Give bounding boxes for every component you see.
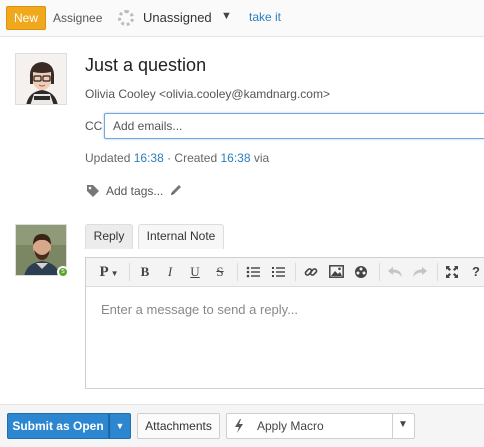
tag-icon [86, 184, 100, 201]
requester-email: Olivia Cooley <olivia.cooley@kamdnarg.co… [85, 87, 330, 101]
reply-editor[interactable]: P ▼ B I U S ? Enter a message to send a … [85, 257, 484, 389]
link-icon[interactable] [302, 262, 320, 282]
numbered-list-icon[interactable] [269, 262, 287, 282]
paragraph-format-button[interactable]: P ▼ [96, 262, 122, 282]
toolbar-divider [295, 263, 296, 281]
agent-status-indicator: s [57, 266, 69, 278]
bold-button[interactable]: B [136, 262, 154, 282]
tab-reply[interactable]: Reply [85, 224, 133, 249]
strikethrough-button[interactable]: S [211, 262, 229, 282]
ticket-header-bar: New Assignee Unassigned ▼ take it [0, 0, 484, 37]
reply-placeholder: Enter a message to send a reply... [101, 302, 299, 317]
ticket-footer: Submit as Open ▼ Attachments Apply Macro… [0, 404, 484, 447]
toolbar-divider [379, 263, 380, 281]
updated-label: Updated [85, 151, 131, 165]
cc-email-input[interactable] [104, 113, 484, 139]
pencil-icon[interactable] [169, 183, 183, 200]
ticket-subject: Just a question [85, 55, 207, 75]
redo-icon[interactable] [410, 262, 430, 282]
video-icon[interactable] [352, 262, 370, 282]
take-it-link[interactable]: take it [249, 10, 281, 24]
attachments-button[interactable]: Attachments [137, 413, 220, 439]
toolbar-divider [437, 263, 438, 281]
lightning-bolt-icon [234, 419, 244, 436]
cc-label: CC [85, 119, 103, 133]
macro-divider [392, 414, 393, 438]
editor-toolbar: P ▼ B I U S ? [86, 258, 484, 287]
add-tags-field[interactable]: Add tags... [106, 184, 163, 198]
assignee-label: Assignee [53, 11, 103, 25]
ticket-timestamps: Updated 16:38 · Created 16:38 via [85, 151, 269, 165]
assignee-select[interactable]: Unassigned [143, 10, 212, 25]
created-time: 16:38 [220, 151, 251, 165]
paragraph-format-label: P [99, 264, 109, 280]
apply-macro-label: Apply Macro [257, 419, 324, 433]
status-badge: New [6, 6, 46, 30]
toolbar-divider [237, 263, 238, 281]
tab-internal-note[interactable]: Internal Note [138, 224, 224, 249]
bullet-list-icon[interactable] [244, 262, 262, 282]
caret-down-icon[interactable]: ▼ [221, 10, 232, 22]
toolbar-divider [129, 263, 130, 281]
italic-button[interactable]: I [161, 262, 179, 282]
created-label: · Created [167, 151, 218, 165]
apply-macro-select[interactable]: Apply Macro ▼ [226, 413, 415, 439]
updated-time: 16:38 [133, 151, 164, 165]
submit-options-caret-icon[interactable]: ▼ [109, 413, 131, 439]
underline-button[interactable]: U [186, 262, 204, 282]
submit-button[interactable]: Submit as Open [7, 413, 109, 439]
requester-avatar [15, 53, 67, 105]
fullscreen-icon[interactable] [443, 262, 461, 282]
help-icon[interactable]: ? [469, 262, 483, 282]
unassigned-icon [118, 10, 134, 26]
undo-icon[interactable] [385, 262, 405, 282]
image-icon[interactable] [327, 262, 345, 282]
via-label: via [253, 151, 270, 165]
caret-down-icon[interactable]: ▼ [398, 419, 408, 430]
